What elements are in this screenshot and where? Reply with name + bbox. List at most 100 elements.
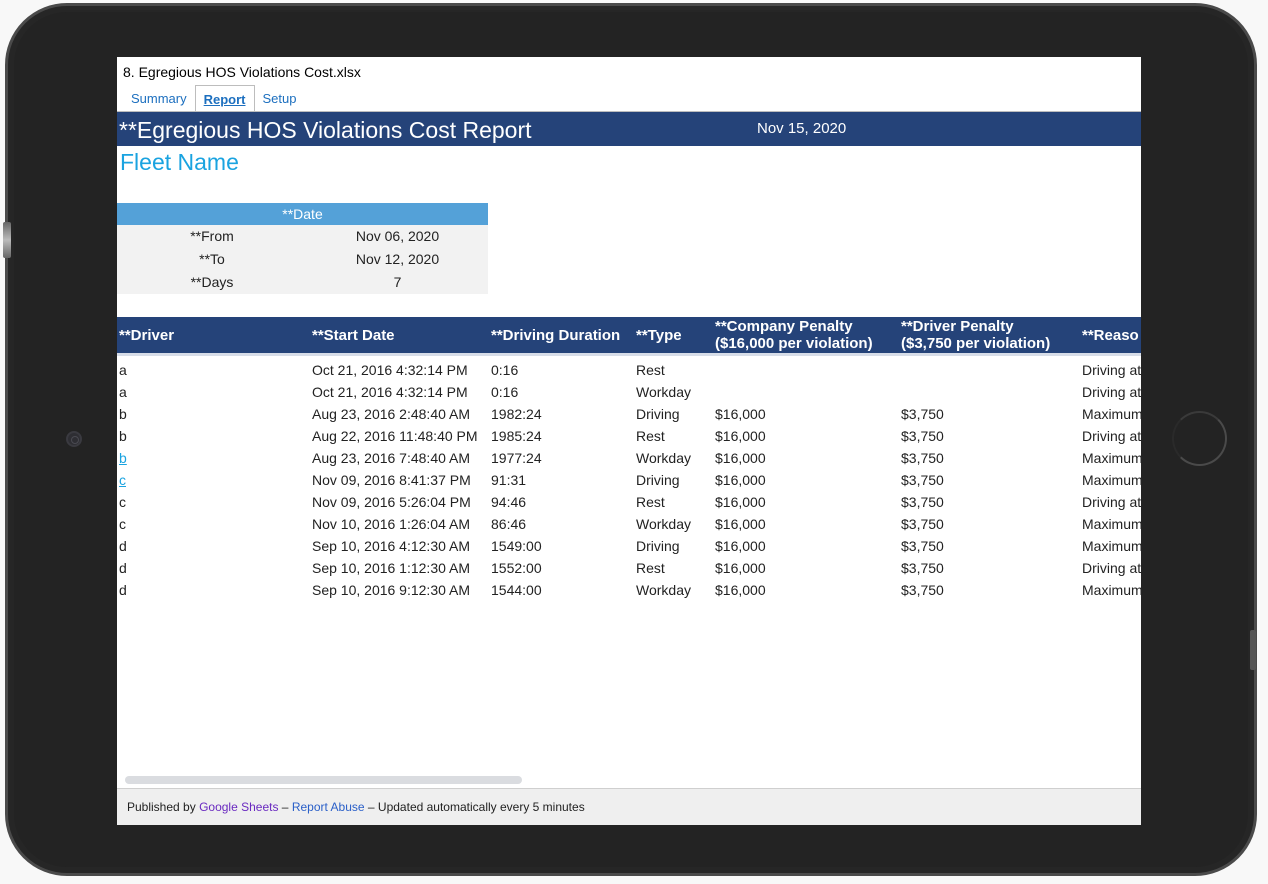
start-date-cell: Nov 09, 2016 5:26:04 PM — [312, 494, 471, 510]
driving-duration-cell: 1977:24 — [491, 450, 542, 466]
report-abuse-link[interactable]: Report Abuse — [292, 800, 365, 814]
table-row: b Aug 23, 2016 7:48:40 AM 1977:24 Workday $1… — [117, 447, 1141, 469]
reason-cell: Driving at — [1082, 384, 1141, 400]
type-cell: Workday — [636, 450, 691, 466]
reason-cell: Maximum — [1082, 582, 1141, 598]
driver-link[interactable]: b — [119, 450, 127, 466]
fleet-name: Fleet Name — [120, 149, 239, 175]
report-banner: **Egregious HOS Violations Cost Report N… — [117, 112, 1141, 146]
home-button-icon[interactable] — [1172, 411, 1227, 466]
date-range-row: **To Nov 12, 2020 — [117, 248, 488, 271]
google-sheets-link[interactable]: Google Sheets — [199, 800, 278, 814]
header-subtext: ($16,000 per violation) — [715, 335, 873, 352]
type-cell: Rest — [636, 428, 665, 444]
date-range-label: **From — [190, 228, 234, 244]
header-text: **Driving Duration — [491, 326, 621, 344]
column-header-driving-duration: **Driving Duration — [491, 317, 620, 353]
header-text: **Driver — [119, 326, 175, 344]
table-row: d Sep 10, 2016 1:12:30 AM 1552:00 Rest $16,0… — [117, 557, 1141, 579]
start-date-cell: Oct 21, 2016 4:32:14 PM — [312, 384, 468, 400]
tab-setup[interactable]: Setup — [255, 85, 305, 112]
driving-duration-cell: 0:16 — [491, 362, 519, 378]
driver-cell: c — [119, 516, 126, 532]
driving-duration-cell: 1985:24 — [491, 428, 542, 444]
reason-cell: Driving at — [1082, 560, 1141, 576]
company-penalty-cell: $16,000 — [715, 428, 766, 444]
reason-cell: Maximum — [1082, 406, 1141, 422]
table-row: a Oct 21, 2016 4:32:14 PM 0:16 Workday Drivi… — [117, 381, 1141, 403]
footer: Published by Google Sheets – Report Abus… — [117, 788, 1141, 825]
table-row: c Nov 10, 2016 1:26:04 AM 86:46 Workday $16,… — [117, 513, 1141, 535]
driver-cell: c — [119, 494, 126, 510]
driver-cell: d — [119, 560, 127, 576]
date-range-value: Nov 12, 2020 — [355, 251, 440, 267]
header-subtext: ($3,750 per violation) — [901, 335, 1051, 352]
driver-cell: a — [119, 362, 127, 378]
driver-penalty-cell: $3,750 — [901, 406, 944, 422]
tab-summary[interactable]: Summary — [123, 85, 195, 112]
date-range-value: Nov 06, 2020 — [355, 228, 440, 244]
table-header: **Driver **Start Date **Driving Duration… — [117, 317, 1141, 353]
driving-duration-cell: 1552:00 — [491, 560, 542, 576]
column-header-driver-penalty: **Driver Penalty ($3,750 per violation) — [901, 317, 1050, 353]
company-penalty-cell: $16,000 — [715, 560, 766, 576]
reason-cell: Driving at — [1082, 362, 1141, 378]
start-date-cell: Sep 10, 2016 4:12:30 AM — [312, 538, 471, 554]
driver-cell: a — [119, 384, 127, 400]
table-row: c Nov 09, 2016 5:26:04 PM 94:46 Rest $16,000… — [117, 491, 1141, 513]
violations-table: **Driver **Start Date **Driving Duration… — [117, 317, 1141, 601]
driver-link[interactable]: c — [119, 472, 126, 488]
start-date-cell: Aug 23, 2016 2:48:40 AM — [312, 406, 471, 422]
table-row: a Oct 21, 2016 4:32:14 PM 0:16 Rest Driving … — [117, 359, 1141, 381]
company-penalty-cell: $16,000 — [715, 516, 766, 532]
column-header-company-penalty: **Company Penalty ($16,000 per violation) — [715, 317, 873, 353]
horizontal-scrollbar[interactable] — [125, 776, 522, 784]
date-range-header: **Date — [117, 203, 488, 225]
driver-penalty-cell: $3,750 — [901, 516, 944, 532]
screen: 8. Egregious HOS Violations Cost.xlsx Su… — [117, 57, 1141, 825]
column-header-reason: **Reaso — [1082, 317, 1139, 353]
driver-cell: b — [119, 428, 127, 444]
published-by-text: Published by — [127, 800, 196, 814]
start-date-cell: Nov 09, 2016 8:41:37 PM — [312, 472, 471, 488]
type-cell: Workday — [636, 516, 691, 532]
company-penalty-cell: $16,000 — [715, 406, 766, 422]
driving-duration-cell: 1549:00 — [491, 538, 542, 554]
company-penalty-cell: $16,000 — [715, 472, 766, 488]
reason-cell: Maximum — [1082, 538, 1141, 554]
type-cell: Driving — [636, 538, 680, 554]
start-date-cell: Aug 22, 2016 11:48:40 PM — [312, 428, 478, 444]
reason-cell: Maximum — [1082, 450, 1141, 466]
date-range-label: **To — [199, 251, 225, 267]
driving-duration-cell: 91:31 — [491, 472, 527, 488]
type-cell: Rest — [636, 362, 665, 378]
date-range-row: **Days 7 — [117, 271, 488, 294]
driver-penalty-cell: $3,750 — [901, 472, 944, 488]
start-date-cell: Sep 10, 2016 1:12:30 AM — [312, 560, 471, 576]
reason-cell: Driving at — [1082, 428, 1141, 444]
company-penalty-cell: $16,000 — [715, 494, 766, 510]
footer-separator: – — [281, 800, 289, 814]
company-penalty-cell: $16,000 — [715, 450, 766, 466]
camera-icon — [66, 431, 82, 447]
table-row: b Aug 23, 2016 2:48:40 AM 1982:24 Driving $1… — [117, 403, 1141, 425]
reason-cell: Maximum — [1082, 472, 1141, 488]
column-header-type: **Type — [636, 317, 682, 353]
driving-duration-cell: 0:16 — [491, 384, 519, 400]
start-date-cell: Nov 10, 2016 1:26:04 AM — [312, 516, 470, 532]
driving-duration-cell: 94:46 — [491, 494, 527, 510]
table-row: d Sep 10, 2016 9:12:30 AM 1544:00 Workday $1… — [117, 579, 1141, 601]
header-text: **Driver Penalty — [901, 318, 1014, 335]
tab-report[interactable]: Report — [194, 85, 255, 112]
driver-penalty-cell: $3,750 — [901, 494, 944, 510]
driving-duration-cell: 1544:00 — [491, 582, 542, 598]
start-date-cell: Aug 23, 2016 7:48:40 AM — [312, 450, 471, 466]
sheet-tabs: Summary Report Setup — [123, 85, 305, 112]
type-cell: Driving — [636, 406, 680, 422]
driving-duration-cell: 86:46 — [491, 516, 527, 532]
header-text: **Company Penalty — [715, 318, 853, 335]
table-row: c Nov 09, 2016 8:41:37 PM 91:31 Driving $16,… — [117, 469, 1141, 491]
table-row: d Sep 10, 2016 4:12:30 AM 1549:00 Driving $1… — [117, 535, 1141, 557]
date-range-label: **Days — [190, 274, 234, 290]
driver-penalty-cell: $3,750 — [901, 582, 944, 598]
